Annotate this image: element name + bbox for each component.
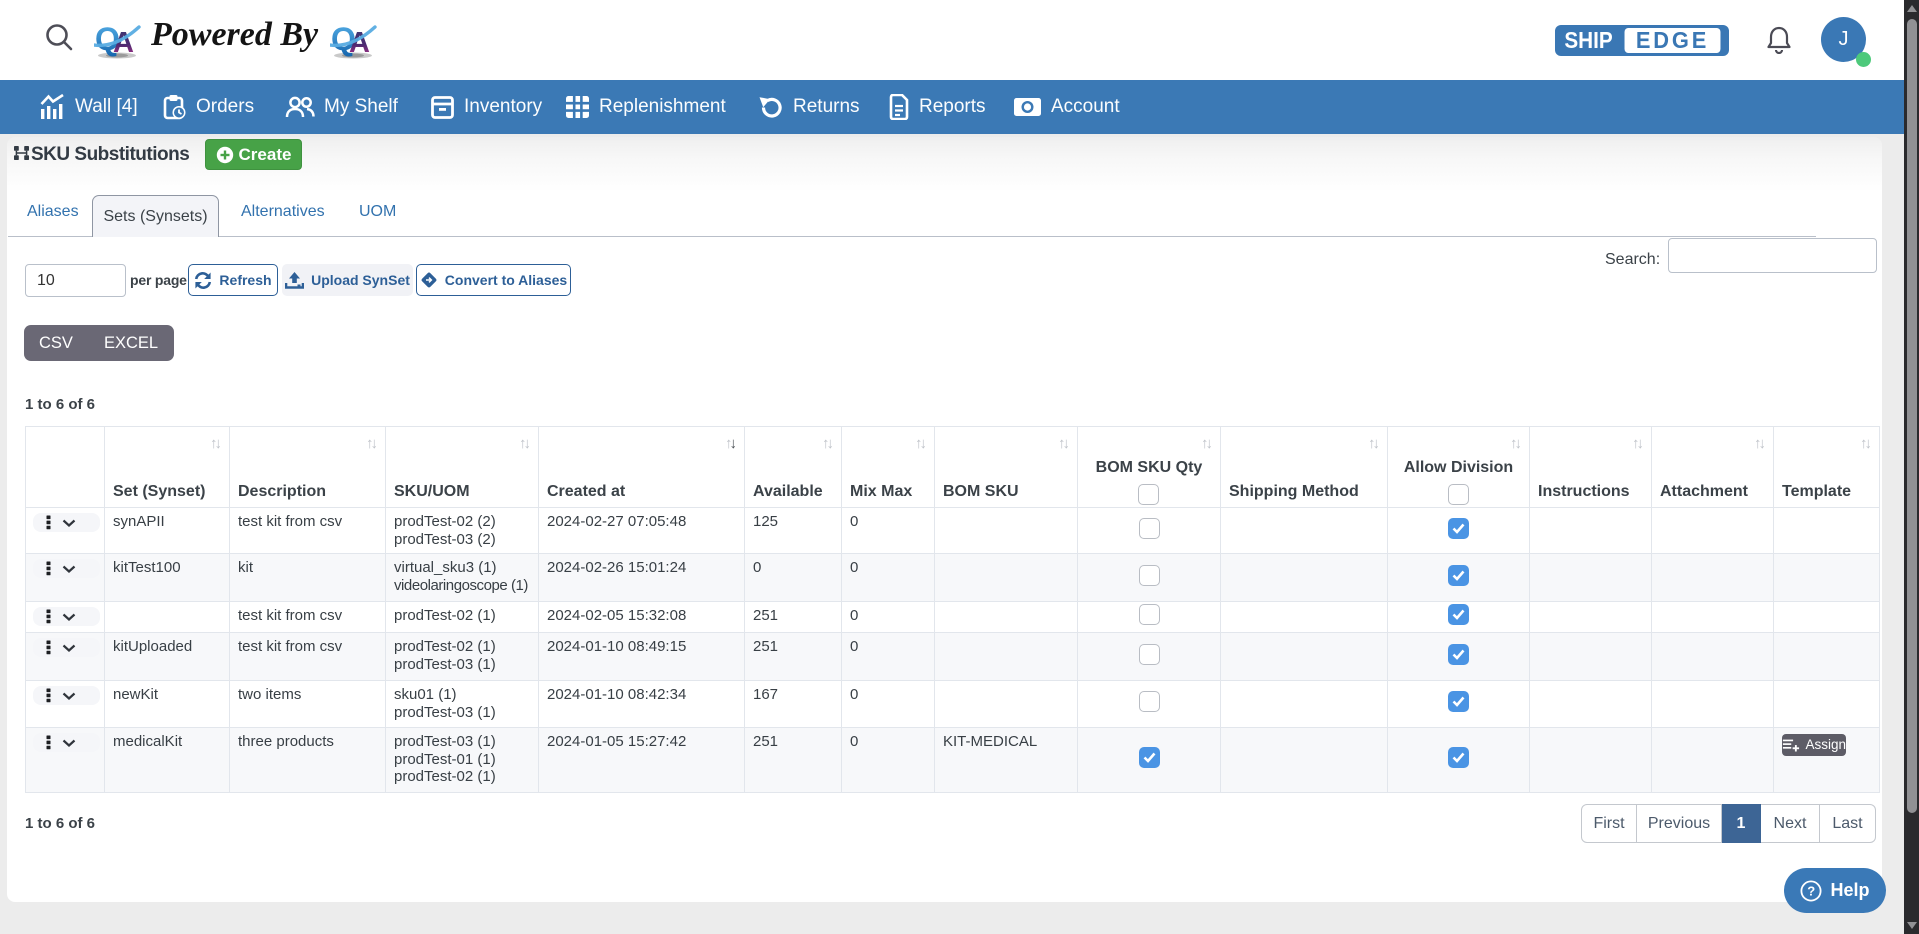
svg-text:?: ? — [1808, 883, 1816, 898]
